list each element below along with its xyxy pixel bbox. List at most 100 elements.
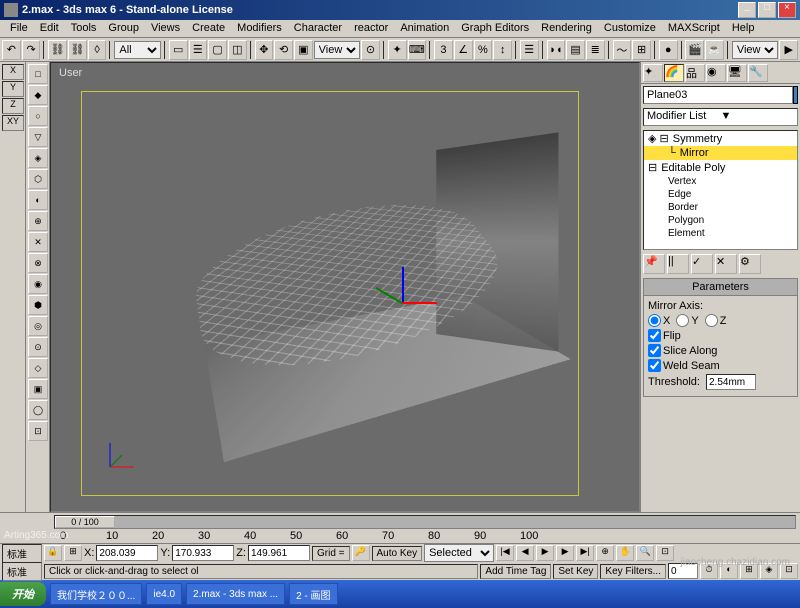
reactor-btn-13[interactable]: ◎ — [28, 316, 48, 336]
reactor-btn-11[interactable]: ◉ — [28, 274, 48, 294]
reactor-btn-12[interactable]: ⬢ — [28, 295, 48, 315]
object-name-input[interactable] — [643, 86, 793, 104]
task-item-2[interactable]: ie4.0 — [146, 583, 182, 605]
nav-2[interactable]: ✋ — [616, 545, 634, 561]
sel-lock-1[interactable]: 标准 — [2, 544, 42, 563]
object-color-swatch[interactable] — [793, 86, 798, 104]
transform-gizmo[interactable] — [362, 262, 442, 342]
pin-stack-button[interactable]: 📌 — [643, 254, 665, 274]
next-frame-button[interactable]: ▶ — [556, 545, 574, 561]
show-end-result-button[interactable]: || — [667, 254, 689, 274]
lock-icon[interactable]: 🔒 — [44, 545, 62, 561]
configure-button[interactable]: ⚙ — [739, 254, 761, 274]
stack-edge[interactable]: Edge — [644, 188, 797, 201]
bind-button[interactable]: ◊ — [88, 40, 107, 60]
menu-character[interactable]: Character — [288, 20, 348, 37]
menu-group[interactable]: Group — [102, 20, 145, 37]
menu-create[interactable]: Create — [186, 20, 231, 37]
render-button[interactable]: ▶ — [779, 40, 798, 60]
restrict-z[interactable]: Z — [2, 98, 24, 114]
goto-start-button[interactable]: |◀ — [496, 545, 514, 561]
coord-y-input[interactable] — [172, 545, 234, 561]
reactor-btn-14[interactable]: ⊙ — [28, 337, 48, 357]
menu-animation[interactable]: Animation — [394, 20, 455, 37]
menu-help[interactable]: Help — [726, 20, 761, 37]
flip-checkbox[interactable]: Flip — [648, 329, 681, 342]
selection-filter[interactable]: All — [114, 41, 161, 59]
sel-lock-2[interactable]: 标准 — [2, 562, 42, 581]
minimize-button[interactable]: _ — [738, 2, 756, 18]
menu-customize[interactable]: Customize — [598, 20, 662, 37]
layers-button[interactable]: ≣ — [586, 40, 605, 60]
coord-x-input[interactable] — [96, 545, 158, 561]
pivot-button[interactable]: ⊙ — [361, 40, 380, 60]
task-item-3[interactable]: 2.max - 3ds max ... — [186, 583, 285, 605]
create-tab[interactable]: ✦ — [643, 64, 663, 82]
reactor-btn-5[interactable]: ◈ — [28, 148, 48, 168]
select-region-button[interactable]: ▢ — [208, 40, 227, 60]
reactor-btn-2[interactable]: ◆ — [28, 85, 48, 105]
reactor-btn-16[interactable]: ▣ — [28, 379, 48, 399]
abs-rel-icon[interactable]: ⊞ — [64, 545, 82, 561]
named-sel-button[interactable]: ☰ — [520, 40, 539, 60]
select-name-button[interactable]: ☰ — [189, 40, 208, 60]
reactor-btn-3[interactable]: ○ — [28, 106, 48, 126]
display-tab[interactable]: 🖥 — [727, 64, 747, 82]
rotate-button[interactable]: ⟲ — [274, 40, 293, 60]
key-mode-select[interactable]: Selected — [424, 544, 494, 562]
stack-polygon[interactable]: Polygon — [644, 214, 797, 227]
keyboard-shortcut-button[interactable]: ⌨ — [408, 40, 427, 60]
link-button[interactable]: ⛓ — [48, 40, 67, 60]
prev-frame-button[interactable]: ◀ — [516, 545, 534, 561]
spinner-snap-button[interactable]: ↕ — [493, 40, 512, 60]
reactor-btn-9[interactable]: ✕ — [28, 232, 48, 252]
reactor-btn-8[interactable]: ⊕ — [28, 211, 48, 231]
gizmo-x-axis[interactable] — [402, 302, 437, 304]
remove-modifier-button[interactable]: ✕ — [715, 254, 737, 274]
make-unique-button[interactable]: ✓ — [691, 254, 713, 274]
reactor-btn-7[interactable]: ◐ — [28, 190, 48, 210]
stack-mirror[interactable]: └Mirror — [644, 146, 797, 160]
menu-reactor[interactable]: reactor — [348, 20, 394, 37]
modifier-stack[interactable]: ◈ ⊟Symmetry └Mirror ⊟Editable Poly Verte… — [643, 130, 798, 250]
stack-editable-poly[interactable]: ⊟Editable Poly — [644, 160, 797, 175]
motion-tab[interactable]: ◉ — [706, 64, 726, 82]
reactor-btn-1[interactable]: □ — [28, 64, 48, 84]
percent-snap-button[interactable]: % — [474, 40, 493, 60]
hierarchy-tab[interactable]: 品 — [685, 64, 705, 82]
quick-render-button[interactable]: ☕ — [705, 40, 724, 60]
angle-snap-button[interactable]: ∠ — [454, 40, 473, 60]
ref-coord-system[interactable]: View — [314, 41, 361, 59]
restrict-x[interactable]: X — [2, 64, 24, 80]
reactor-btn-18[interactable]: ⊡ — [28, 421, 48, 441]
threshold-spinner[interactable] — [706, 374, 756, 390]
gizmo-y-axis[interactable] — [402, 267, 404, 302]
reactor-btn-6[interactable]: ⬡ — [28, 169, 48, 189]
autokey-button[interactable]: Auto Key — [372, 546, 423, 561]
keyfilters-button[interactable]: Key Filters... — [600, 564, 666, 579]
menu-views[interactable]: Views — [145, 20, 186, 37]
play-button[interactable]: ▶ — [536, 545, 554, 561]
mirror-button[interactable]: ◗◖ — [547, 40, 566, 60]
nav-3[interactable]: 🔍 — [636, 545, 654, 561]
redo-button[interactable]: ↷ — [22, 40, 41, 60]
gizmo-z-axis[interactable] — [376, 287, 403, 304]
manipulate-button[interactable]: ✦ — [388, 40, 407, 60]
maximize-button[interactable]: □ — [758, 2, 776, 18]
nav-1[interactable]: ⊕ — [596, 545, 614, 561]
time-slider[interactable]: 0 / 100 — [54, 515, 796, 529]
menu-maxscript[interactable]: MAXScript — [662, 20, 726, 37]
restrict-xy[interactable]: XY — [2, 115, 24, 131]
task-item-4[interactable]: 2 - 画图 — [289, 583, 337, 605]
select-button[interactable]: ▭ — [169, 40, 188, 60]
curve-editor-button[interactable]: 〜 — [613, 40, 632, 60]
stack-border[interactable]: Border — [644, 201, 797, 214]
stack-vertex[interactable]: Vertex — [644, 175, 797, 188]
reactor-btn-10[interactable]: ⊗ — [28, 253, 48, 273]
render-scene-button[interactable]: 🎬 — [685, 40, 704, 60]
viewport[interactable]: User — [50, 62, 640, 512]
view-select[interactable]: View — [732, 41, 779, 59]
menu-tools[interactable]: Tools — [65, 20, 103, 37]
stack-element[interactable]: Element — [644, 227, 797, 240]
unlink-button[interactable]: ⛓ — [68, 40, 87, 60]
